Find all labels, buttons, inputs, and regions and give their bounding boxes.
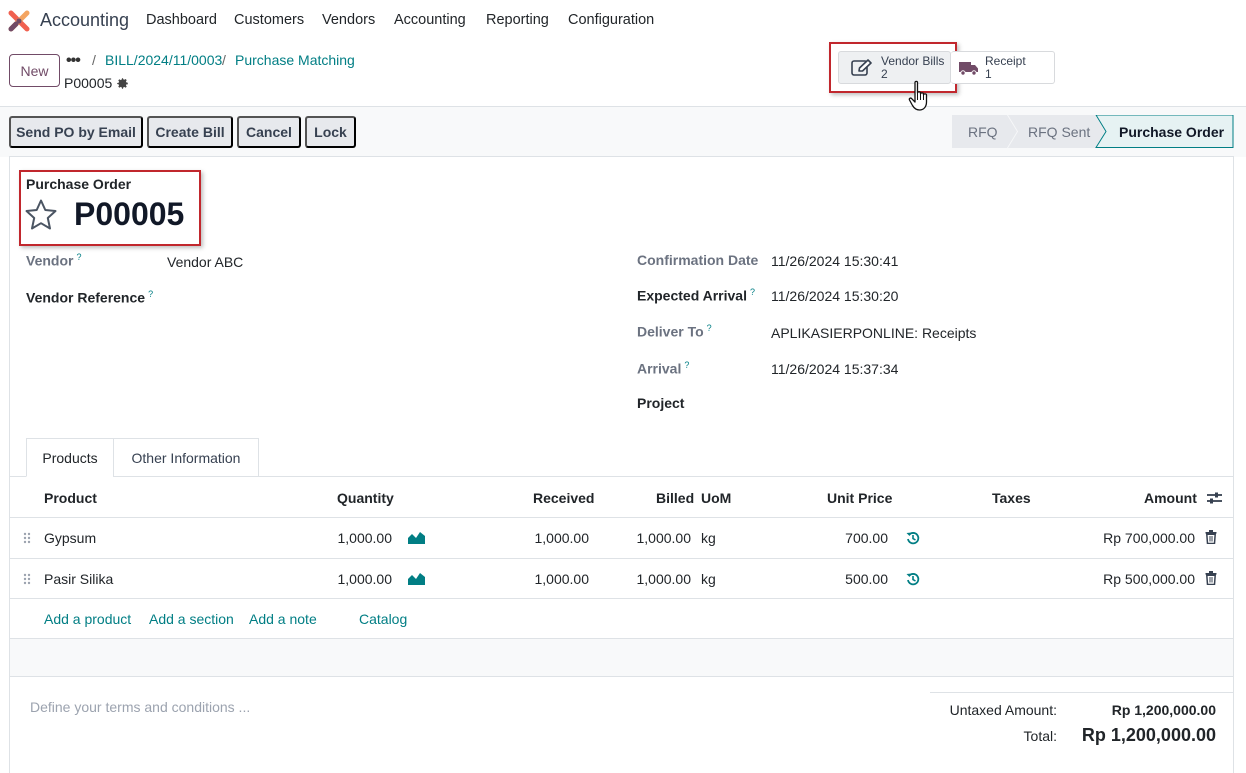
add-note-link[interactable]: Add a note <box>249 611 317 627</box>
menu-reporting[interactable]: Reporting <box>486 12 549 28</box>
confirmation-date-label: Confirmation Date <box>637 252 759 268</box>
vendor-field[interactable]: Vendor ABC <box>167 254 243 270</box>
receipt-smart-button[interactable]: Receipt 1 <box>951 51 1055 84</box>
record-name: P00005 <box>64 75 113 91</box>
drag-handle-icon[interactable] <box>23 532 31 544</box>
untaxed-amount-value: Rp 1,200,000.00 <box>1111 702 1216 718</box>
column-header-taxes[interactable]: Taxes <box>992 490 1031 506</box>
forecast-chart-icon[interactable] <box>408 531 425 544</box>
create-bill-button[interactable]: Create Bill <box>147 116 233 148</box>
catalog-link[interactable]: Catalog <box>359 611 407 627</box>
lock-button[interactable]: Lock <box>305 116 356 148</box>
stage-rfq-sent[interactable]: RFQ Sent <box>1028 115 1090 148</box>
receipt-count: 1 <box>985 66 992 81</box>
menu-configuration[interactable]: Configuration <box>568 12 654 28</box>
truck-icon <box>959 61 978 76</box>
uom-cell[interactable]: kg <box>701 530 716 546</box>
forecast-chart-icon[interactable] <box>408 572 425 585</box>
terms-and-conditions-field[interactable]: Define your terms and conditions ... <box>30 699 250 715</box>
hand-pointer-cursor-icon <box>908 80 928 111</box>
quantity-cell[interactable]: 1,000.00 <box>338 571 393 587</box>
confirmation-date-field[interactable]: 11/26/2024 15:30:41 <box>771 253 898 269</box>
column-header-amount[interactable]: Amount <box>1144 490 1197 506</box>
column-header-product[interactable]: Product <box>44 490 97 506</box>
deliver-to-field[interactable]: APLIKASIERPONLINE: Receipts <box>771 325 976 341</box>
receipt-text: Receipt 1 <box>985 53 1026 81</box>
vendor-label: Vendor? <box>26 252 82 269</box>
app-name[interactable]: Accounting <box>40 10 129 31</box>
history-icon[interactable] <box>906 572 920 586</box>
tab-products[interactable]: Products <box>26 438 114 477</box>
gear-icon[interactable] <box>116 77 129 90</box>
stage-purchase-order[interactable]: Purchase Order <box>1119 115 1224 148</box>
add-section-link[interactable]: Add a section <box>149 611 234 627</box>
breadcrumb-separator: / <box>222 52 226 68</box>
column-header-uom[interactable]: UoM <box>701 490 731 506</box>
totals-divider <box>930 692 1233 693</box>
breadcrumb-purchase-matching[interactable]: Purchase Matching <box>235 52 355 68</box>
trash-icon[interactable] <box>1205 571 1217 585</box>
vendor-reference-label: Vendor Reference? <box>26 289 154 306</box>
menu-dashboard[interactable]: Dashboard <box>146 12 217 28</box>
table-footer-band <box>10 639 1233 677</box>
arrival-field[interactable]: 11/26/2024 15:37:34 <box>771 361 898 377</box>
product-cell[interactable]: Pasir Silika <box>44 571 113 587</box>
billed-cell[interactable]: 1,000.00 <box>637 571 692 587</box>
amount-cell: Rp 700,000.00 <box>1103 530 1195 546</box>
breadcrumb-current-record: P00005 <box>64 75 129 91</box>
row-divider <box>10 598 1233 599</box>
menu-customers[interactable]: Customers <box>234 12 304 28</box>
expected-arrival-field[interactable]: 11/26/2024 15:30:20 <box>771 288 898 304</box>
highlight-box-vendor-bills <box>829 42 957 93</box>
more-actions-icon[interactable]: ••• <box>66 52 81 70</box>
menu-vendors[interactable]: Vendors <box>322 12 375 28</box>
optional-columns-toggle-icon[interactable] <box>1207 491 1222 505</box>
received-cell[interactable]: 1,000.00 <box>535 530 590 546</box>
row-divider <box>10 517 1233 518</box>
stage-rfq[interactable]: RFQ <box>968 115 998 148</box>
drag-handle-icon[interactable] <box>23 573 31 585</box>
breadcrumb-bill[interactable]: BILL/2024/11/0003 <box>105 52 222 68</box>
unit-price-cell[interactable]: 700.00 <box>845 530 888 546</box>
tab-other-information[interactable]: Other Information <box>113 438 259 477</box>
project-label: Project <box>637 395 685 411</box>
quantity-cell[interactable]: 1,000.00 <box>338 530 393 546</box>
column-header-billed[interactable]: Billed <box>656 490 694 506</box>
column-header-unit-price[interactable]: Unit Price <box>827 490 892 506</box>
send-po-by-email-button[interactable]: Send PO by Email <box>9 116 143 148</box>
odoo-app-logo-icon[interactable] <box>8 10 30 32</box>
total-value: Rp 1,200,000.00 <box>1081 725 1216 745</box>
column-header-quantity[interactable]: Quantity <box>337 490 394 506</box>
arrival-label: Arrival? <box>637 360 690 377</box>
deliver-to-label: Deliver To? <box>637 323 712 340</box>
row-divider <box>10 558 1233 559</box>
expected-arrival-label: Expected Arrival? <box>637 287 755 304</box>
received-cell[interactable]: 1,000.00 <box>535 571 590 587</box>
new-button[interactable]: New <box>9 54 60 87</box>
column-header-received[interactable]: Received <box>533 490 594 506</box>
receipt-label: Receipt <box>985 53 1026 68</box>
uom-cell[interactable]: kg <box>701 571 716 587</box>
menu-accounting[interactable]: Accounting <box>394 12 466 28</box>
highlight-box-title <box>19 170 201 246</box>
history-icon[interactable] <box>906 531 920 545</box>
trash-icon[interactable] <box>1205 530 1217 544</box>
add-product-link[interactable]: Add a product <box>44 611 131 627</box>
breadcrumb-separator: / <box>92 52 96 68</box>
cancel-button[interactable]: Cancel <box>237 116 301 148</box>
untaxed-amount-label: Untaxed Amount: <box>949 702 1057 718</box>
product-cell[interactable]: Gypsum <box>44 530 96 546</box>
total-label: Total: <box>1023 728 1057 744</box>
amount-cell: Rp 500,000.00 <box>1103 571 1195 587</box>
billed-cell[interactable]: 1,000.00 <box>637 530 692 546</box>
unit-price-cell[interactable]: 500.00 <box>845 571 888 587</box>
